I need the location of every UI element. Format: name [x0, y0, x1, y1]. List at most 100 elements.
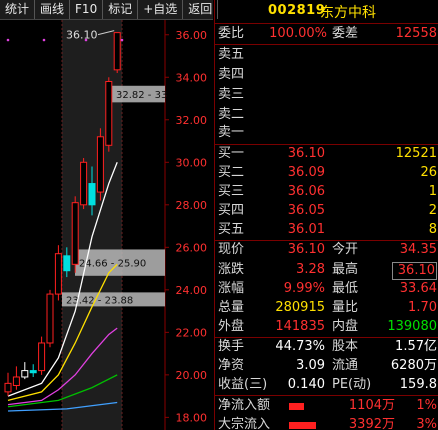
- buy5-volume: 8: [428, 222, 437, 237]
- volume-ratio-label: 量比: [332, 300, 359, 315]
- turnover-label: 换手: [218, 339, 245, 354]
- selection-shade: [62, 20, 122, 430]
- candlestick-chart[interactable]: 36.00 34.00 32.00 30.00 28.00 26.00 24.00 22.00…: [0, 20, 213, 430]
- candle-body: [29, 370, 37, 374]
- divider: [215, 44, 438, 45]
- buy3-volume: 1: [428, 184, 437, 199]
- outer-volume-label: 外盘: [218, 319, 245, 334]
- add-watchlist-button[interactable]: +自选: [138, 0, 184, 19]
- turnover-value: 44.73%: [275, 339, 325, 354]
- divider: [215, 23, 438, 24]
- eps-value: 0.140: [287, 377, 325, 392]
- float-shares: 6280万: [390, 358, 437, 373]
- buy5-label: 买五: [218, 222, 245, 237]
- buy1-price: 36.10: [287, 146, 325, 161]
- volume-ratio: 1.70: [408, 300, 437, 315]
- buy5-price: 36.01: [287, 222, 325, 237]
- change-pct: 9.99%: [283, 281, 325, 296]
- zone-label: 32.82 - 33: [116, 90, 167, 101]
- pe-label: PE(动): [332, 377, 372, 392]
- buy1-volume: 12521: [395, 146, 437, 161]
- sell4-label: 卖四: [218, 67, 245, 82]
- net-inflow-value: 1104万: [348, 398, 395, 413]
- weicha-value: 12558: [395, 26, 437, 41]
- high-price: 36.10: [392, 262, 437, 280]
- buy1-label: 买一: [218, 146, 245, 161]
- y-tick-label: 24.00: [176, 284, 208, 297]
- y-tick-label: 36.00: [176, 29, 208, 42]
- signal-dot: [84, 38, 88, 42]
- candle-body: [54, 253, 62, 295]
- stock-quote-window: 统计 画线 F10 标记 +自选 返回 36.00 34.00 32.00 30.00…: [0, 0, 438, 430]
- eps-label: 收益(三): [218, 377, 268, 392]
- signal-dot: [120, 38, 124, 42]
- candle-body: [88, 183, 96, 206]
- low-price: 33.64: [399, 281, 437, 296]
- sell3-label: 卖三: [218, 87, 245, 102]
- signal-dot: [6, 38, 10, 42]
- stats-button[interactable]: 统计: [0, 0, 36, 19]
- buy4-price: 36.05: [287, 203, 325, 218]
- candle-body: [105, 81, 113, 146]
- buy2-label: 买二: [218, 165, 245, 180]
- net-inflow-bar: [289, 403, 304, 410]
- net-assets: 3.09: [296, 358, 325, 373]
- candle-body: [21, 370, 29, 378]
- mark-button[interactable]: 标记: [103, 0, 139, 19]
- buy4-volume: 2: [428, 203, 437, 218]
- zone-label: 24.66 - 25.90: [79, 259, 146, 270]
- sell5-label: 卖五: [218, 47, 245, 62]
- net-assets-label: 净资: [218, 358, 245, 373]
- y-tick-label: 18.00: [176, 411, 208, 424]
- pe-value: 159.8: [399, 377, 437, 392]
- quote-panel: 002819 东方中科 委比 100.00% 委差 12558 卖五 卖四 卖三…: [214, 0, 438, 430]
- candle-body: [38, 342, 46, 372]
- total-shares-label: 股本: [332, 339, 359, 354]
- stock-code: 002819: [268, 3, 326, 18]
- y-tick-label: 22.00: [176, 326, 208, 339]
- float-shares-label: 流通: [332, 358, 359, 373]
- signal-dot: [42, 38, 46, 42]
- sell1-label: 卖一: [218, 125, 245, 140]
- change-value: 3.28: [296, 262, 325, 277]
- stock-title-bar: 002819 东方中科: [215, 0, 438, 22]
- y-tick-label: 26.00: [176, 241, 208, 254]
- block-inflow-label: 大宗流入: [218, 417, 271, 430]
- buy2-volume: 26: [420, 165, 437, 180]
- net-inflow-pct: 1%: [416, 398, 437, 413]
- y-tick-label: 28.00: [176, 199, 208, 212]
- buy4-label: 买四: [218, 203, 245, 218]
- buy3-price: 36.06: [287, 184, 325, 199]
- inner-volume: 139080: [387, 319, 437, 334]
- high-label: 36.10: [66, 29, 98, 42]
- net-inflow-label: 净流入额: [218, 398, 271, 413]
- current-price: 36.10: [287, 242, 325, 257]
- volume-value: 280915: [275, 300, 325, 315]
- candle-body: [4, 382, 12, 393]
- change-label: 涨跌: [218, 262, 245, 277]
- chart-toolbar: 统计 画线 F10 标记 +自选 返回: [0, 0, 219, 20]
- candle-body: [113, 32, 121, 71]
- chart-canvas[interactable]: 36.00 34.00 32.00 30.00 28.00 26.00 24.00 22.00…: [0, 20, 213, 430]
- candle-body: [63, 255, 71, 272]
- draw-line-button[interactable]: 画线: [35, 0, 71, 19]
- candle-body: [12, 376, 20, 386]
- total-shares: 1.57亿: [395, 339, 437, 354]
- buy2-price: 36.09: [287, 165, 325, 180]
- open-label: 今开: [332, 242, 359, 257]
- f10-button[interactable]: F10: [70, 0, 104, 19]
- divider: [215, 395, 438, 396]
- y-tick-label: 30.00: [176, 156, 208, 169]
- weibi-value: 100.00%: [269, 26, 327, 41]
- y-tick-label: 20.00: [176, 369, 208, 382]
- block-inflow-bar: [289, 422, 316, 429]
- high-label: 最高: [332, 262, 359, 277]
- inner-volume-label: 内盘: [332, 319, 359, 334]
- y-tick-label: 32.00: [176, 114, 208, 127]
- candle-body: [71, 202, 79, 265]
- y-tick-label: 34.00: [176, 71, 208, 84]
- current-price-label: 现价: [218, 242, 245, 257]
- candle-body: [96, 136, 104, 193]
- volume-label: 总量: [218, 300, 245, 315]
- candle-body: [80, 161, 88, 206]
